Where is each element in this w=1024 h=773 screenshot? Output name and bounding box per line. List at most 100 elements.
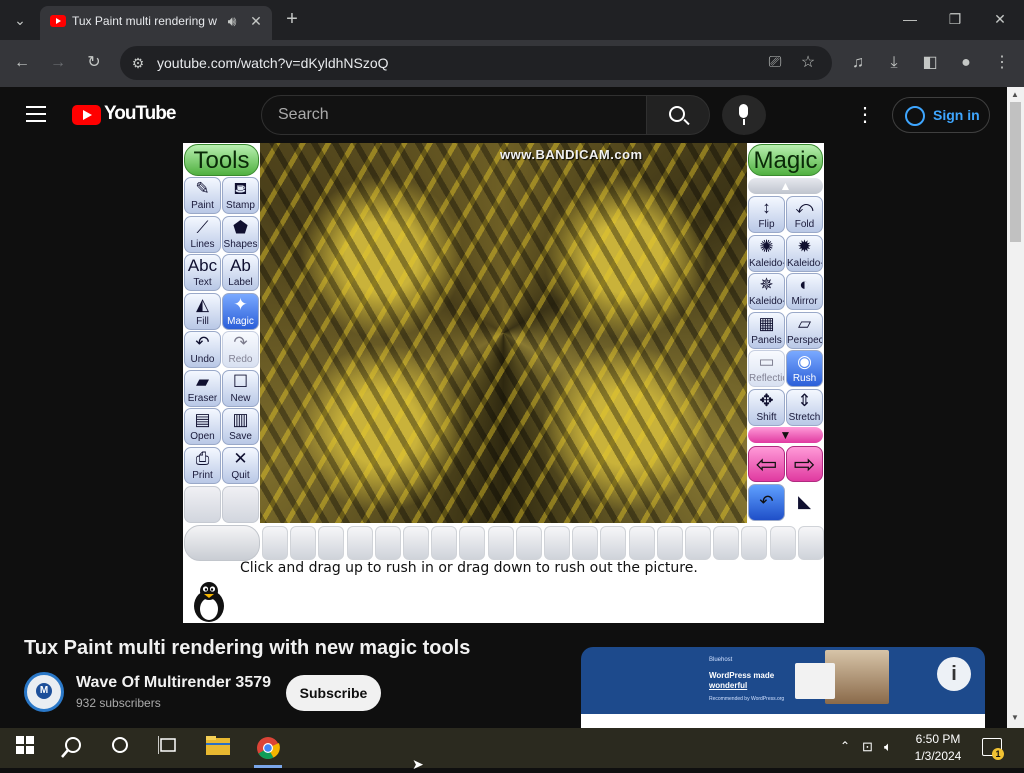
search-icon[interactable] xyxy=(60,736,84,760)
windows-start-icon[interactable] xyxy=(13,736,37,760)
side-panel-icon[interactable]: ◧ xyxy=(918,51,942,75)
task-view-icon[interactable] xyxy=(156,736,180,760)
magic-flip-button[interactable]: ↕ Flip xyxy=(748,196,785,233)
kebab-icon[interactable]: ⋮ xyxy=(990,51,1014,75)
tool-stamp-button[interactable]: ⛾ Stamp xyxy=(222,177,259,214)
tool-redo-button[interactable]: ↷ Redo xyxy=(222,331,259,368)
url-text[interactable]: youtube.com/watch?v=dKyldhNSzoQ xyxy=(157,55,389,71)
address-bar[interactable]: ⚙ youtube.com/watch?v=dKyldhNSzoQ ⎚ ☆ xyxy=(120,46,832,80)
tool-paint-button[interactable]: ✎ Paint xyxy=(184,177,221,214)
fullscreen-mode-button[interactable]: ◣ xyxy=(786,484,823,521)
arrow-left-icon[interactable]: ← xyxy=(10,51,34,75)
page-scrollbar[interactable]: ▲ ▼ xyxy=(1007,87,1024,728)
tool-quit-button[interactable]: ✕ Quit xyxy=(222,446,259,484)
tool-new-button[interactable]: ☐ New xyxy=(222,369,259,407)
option-slot[interactable] xyxy=(431,526,458,560)
network-icon[interactable]: ⊡ xyxy=(862,739,873,755)
info-icon[interactable]: i xyxy=(937,657,971,691)
magic-rush-button[interactable]: ◉ Rush xyxy=(786,350,823,387)
restore-icon[interactable]: ❐ xyxy=(945,9,965,29)
paint-mode-button[interactable]: ↶ xyxy=(748,484,785,521)
tool-text-button[interactable]: Abc Text xyxy=(184,254,221,291)
tool-shapes-button[interactable]: ⬟ Shapes xyxy=(222,215,259,253)
magic-kaleido-4-button[interactable]: ✺Kaleido-4 xyxy=(748,234,785,272)
magic-scroll-down-button[interactable]: ▼ xyxy=(748,427,823,443)
scroll-down-arrow-icon[interactable]: ▼ xyxy=(1011,713,1019,722)
option-slot[interactable] xyxy=(459,526,486,560)
voice-search-button[interactable] xyxy=(722,95,766,135)
notifications-icon[interactable]: 1 xyxy=(982,738,1004,760)
reload-icon[interactable]: ↻ xyxy=(82,51,106,75)
magic-mirror-button[interactable]: ◐ Mirror xyxy=(786,273,823,310)
channel-name[interactable]: Wave Of Multirender 3579 xyxy=(76,674,271,692)
browser-tab[interactable]: Tux Paint multi rendering w 🔊︎ ✕ xyxy=(40,6,272,40)
settings-kebab-icon[interactable]: ⋮ xyxy=(855,103,875,127)
tool-lines-button[interactable]: ⟋ Lines xyxy=(184,215,221,253)
channel-avatar[interactable]: M xyxy=(24,672,64,712)
download-icon[interactable]: ⤓ xyxy=(882,51,906,75)
scroll-up-arrow-icon[interactable]: ▲ xyxy=(1011,90,1019,99)
magic-reflection-button[interactable]: ▭ Reflection xyxy=(748,350,785,387)
tool-label-button[interactable]: Ab Label xyxy=(222,254,259,291)
youtube-logo-icon[interactable] xyxy=(72,105,101,125)
option-slot[interactable] xyxy=(797,526,824,560)
tool-save-button[interactable]: ▥ Save xyxy=(222,408,259,445)
chevron-up-icon[interactable]: ⌃ xyxy=(840,739,850,753)
tool-print-button[interactable]: ⎙ Print xyxy=(184,446,221,484)
chevron-down-icon[interactable]: ⌄ xyxy=(10,10,30,30)
youtube-logo-text[interactable]: YouTube xyxy=(104,103,176,125)
plus-icon[interactable]: + xyxy=(282,9,302,29)
tool-eraser-button[interactable]: ▰ Eraser xyxy=(184,369,221,407)
minimize-icon[interactable]: — xyxy=(900,9,920,29)
option-slot[interactable] xyxy=(741,526,768,560)
file-explorer-icon[interactable] xyxy=(206,736,230,760)
search-button[interactable] xyxy=(646,95,710,135)
option-slot[interactable] xyxy=(656,526,683,560)
magic-scroll-up-button[interactable]: ▲ xyxy=(748,178,823,194)
tool-fill-button[interactable]: ◭ Fill xyxy=(184,292,221,330)
tool-open-button[interactable]: ▤ Open xyxy=(184,408,221,445)
option-slot[interactable] xyxy=(572,526,599,560)
install-icon[interactable]: ⎚ xyxy=(763,51,787,75)
magic-shift-button[interactable]: ✥ Shift xyxy=(748,388,785,426)
kaleidoscope-canvas[interactable]: www.BANDICAM.com xyxy=(260,143,747,523)
option-slot[interactable] xyxy=(290,526,317,560)
option-slot[interactable] xyxy=(318,526,345,560)
cortana-icon[interactable] xyxy=(108,736,132,760)
window-close-icon[interactable]: ✕ xyxy=(990,9,1010,29)
ad-banner[interactable]: Bluehost WordPress made wonderful Recomm… xyxy=(581,647,985,728)
option-slot[interactable] xyxy=(262,526,288,560)
option-slot[interactable] xyxy=(515,526,542,560)
magic-next-button[interactable]: ⇨ xyxy=(786,446,823,482)
sign-in-button[interactable]: Sign in xyxy=(892,97,990,133)
selected-option-slot[interactable] xyxy=(184,525,260,561)
subscribe-button[interactable]: Subscribe xyxy=(286,675,381,711)
magic-previous-button[interactable]: ⇦ xyxy=(748,446,785,482)
tool-magic-button[interactable]: ✦ Magic xyxy=(222,292,259,330)
media-icon[interactable]: ♫ xyxy=(846,51,870,75)
option-slot[interactable] xyxy=(487,526,514,560)
option-slot[interactable] xyxy=(628,526,655,560)
option-slot[interactable] xyxy=(374,526,401,560)
option-slot[interactable] xyxy=(713,526,740,560)
arrow-right-icon[interactable]: → xyxy=(46,51,70,75)
scrollbar-thumb[interactable] xyxy=(1010,102,1021,242)
option-slot[interactable] xyxy=(769,526,796,560)
option-slot[interactable] xyxy=(685,526,711,560)
tool-undo-button[interactable]: ↶ Undo xyxy=(184,331,221,368)
option-slot[interactable] xyxy=(600,526,627,560)
star-icon[interactable]: ☆ xyxy=(796,51,820,75)
tune-icon[interactable]: ⚙ xyxy=(126,51,150,75)
hamburger-menu-icon[interactable] xyxy=(26,106,46,122)
option-slot[interactable] xyxy=(403,526,429,560)
option-slot[interactable] xyxy=(544,526,570,560)
search-input[interactable]: Search xyxy=(261,95,647,135)
magic-stretch-button[interactable]: ⇕ Stretch xyxy=(786,388,823,426)
close-icon[interactable]: ✕ xyxy=(246,11,266,31)
speaker-icon[interactable]: 🔊︎ xyxy=(222,11,242,31)
magic-kaleido-8-button[interactable]: ✵ Kaleido-8 xyxy=(748,273,785,310)
chrome-icon[interactable] xyxy=(256,736,280,760)
magic-kaleido-6-button[interactable]: ✹Kaleido-6 xyxy=(786,234,823,272)
magic-perspective-button[interactable]: ▱Perspective xyxy=(786,311,823,349)
magic-fold-button[interactable]: ⤺ Fold xyxy=(786,196,823,233)
